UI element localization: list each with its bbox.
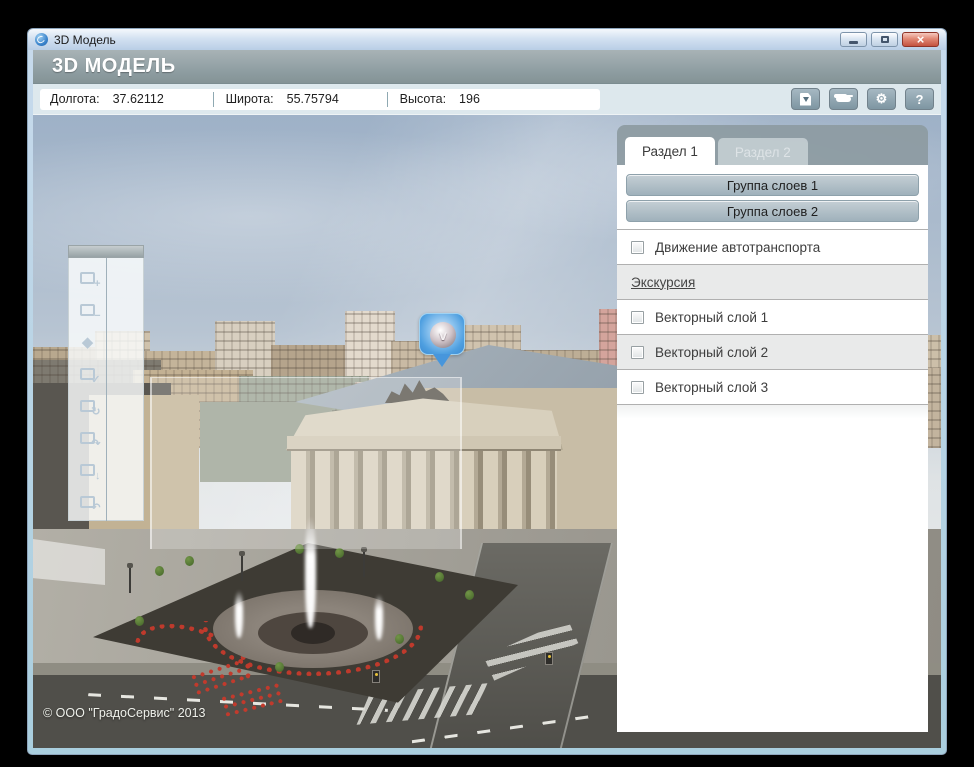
tree — [465, 590, 474, 600]
lamp-post — [363, 551, 365, 577]
excursion-link[interactable]: Экскурсия — [631, 275, 695, 290]
tab-razdel-1[interactable]: Раздел 1 — [625, 137, 715, 165]
panel-body: Группа слоев 1 Группа слоев 2 Движение а… — [617, 165, 928, 732]
layer-row[interactable]: Векторный слой 2 — [617, 335, 928, 370]
marker-tail — [433, 354, 451, 376]
garden-square — [63, 538, 563, 706]
lamp-post — [241, 555, 243, 581]
tree — [275, 662, 284, 672]
tree — [395, 634, 404, 644]
screenshot-export-button[interactable] — [791, 88, 820, 110]
minimize-icon — [849, 41, 858, 44]
copyright-text: © ООО "ГрадоСервис" 2013 — [43, 706, 206, 720]
fountain-pedestal — [291, 622, 335, 644]
maximize-button[interactable] — [871, 32, 898, 47]
settings-button[interactable]: ⚙ — [867, 88, 896, 110]
import-object-button[interactable]: ↓ — [75, 458, 101, 481]
globe-icon — [35, 33, 48, 46]
layer-group-2-button[interactable]: Группа слоев 2 — [626, 200, 919, 222]
clouds-icon — [836, 96, 851, 102]
altitude-value: 196 — [459, 92, 519, 106]
window-title: 3D Модель — [54, 33, 116, 47]
selection-highlight — [150, 377, 462, 549]
altitude-label: Высота: — [400, 92, 446, 106]
longitude-value: 37.62112 — [113, 92, 213, 106]
map-marker-check[interactable]: v — [419, 313, 465, 355]
close-button[interactable]: × — [902, 32, 939, 47]
tab-razdel-2[interactable]: Раздел 2 — [718, 138, 808, 165]
tool-palette[interactable]: + − ◆ ✓ ↻ ↷ ↓ ↶ — [68, 245, 144, 521]
layers-panel: Раздел 1 Раздел 2 Группа слоев 1 Группа … — [617, 125, 928, 732]
latitude-label: Широта: — [226, 92, 274, 106]
page-title: 3D МОДЕЛЬ — [52, 55, 176, 78]
longitude-label: Долгота: — [50, 92, 100, 106]
tree — [335, 548, 344, 558]
app-header: 3D МОДЕЛЬ — [33, 50, 941, 84]
divider — [213, 92, 214, 107]
tab-strip: Раздел 1 Раздел 2 — [617, 125, 928, 165]
layer-label: Движение автотранспорта — [655, 240, 820, 255]
tree — [155, 566, 164, 576]
checkbox[interactable] — [631, 241, 644, 254]
add-object-button[interactable]: + — [75, 266, 101, 289]
app-window: 3D Модель × 3D МОДЕЛЬ Долгота: 37.62112 … — [27, 28, 947, 755]
remove-object-button[interactable]: − — [75, 298, 101, 321]
checkbox[interactable] — [631, 381, 644, 394]
remove-object-icon — [80, 304, 95, 316]
divider — [387, 92, 388, 107]
weather-button[interactable] — [829, 88, 858, 110]
window-frame: 3D МОДЕЛЬ Долгота: 37.62112 Широта: 55.7… — [27, 50, 947, 755]
question-mark-icon: ? — [916, 92, 924, 107]
3d-viewport[interactable]: v + − ◆ ✓ ↻ ↷ ↓ ↶ — [33, 114, 941, 748]
layer-label: Векторный слой 3 — [655, 380, 768, 395]
fountain-spray — [375, 594, 383, 640]
checkbox[interactable] — [631, 311, 644, 324]
lamp-post — [129, 567, 131, 593]
panel-empty-area — [617, 405, 928, 419]
page-down-arrow-icon — [800, 93, 811, 106]
fountain-spray — [235, 590, 243, 638]
layer-label: Векторный слой 2 — [655, 345, 768, 360]
layer-row[interactable]: Экскурсия — [617, 265, 928, 300]
layer-label: Векторный слой 1 — [655, 310, 768, 325]
tree — [185, 556, 194, 566]
title-bar[interactable]: 3D Модель × — [27, 28, 947, 50]
tree — [435, 572, 444, 582]
undo-object-button[interactable]: ↶ — [75, 490, 101, 513]
coordinates-bar: Долгота: 37.62112 Широта: 55.75794 Высот… — [40, 89, 600, 110]
refresh-object-button[interactable]: ↻ — [75, 394, 101, 417]
maximize-icon — [881, 36, 889, 43]
help-button[interactable]: ? — [905, 88, 934, 110]
layer-group-1-button[interactable]: Группа слоев 1 — [626, 174, 919, 196]
palette-body: + − ◆ ✓ ↻ ↷ ↓ ↶ — [68, 258, 144, 521]
add-object-icon — [80, 272, 95, 284]
checkbox[interactable] — [631, 346, 644, 359]
apply-check-button[interactable]: ✓ — [75, 362, 101, 385]
toolbar: Долгота: 37.62112 Широта: 55.75794 Высот… — [33, 84, 941, 114]
gear-icon: ⚙ — [876, 91, 888, 107]
marker-check-icon: v — [430, 322, 456, 348]
layer-row[interactable]: Движение автотранспорта — [617, 230, 928, 265]
layer-row[interactable]: Векторный слой 3 — [617, 370, 928, 405]
rotate-object-button[interactable]: ↷ — [75, 426, 101, 449]
traffic-light — [545, 652, 553, 665]
tree — [135, 616, 144, 626]
model-cube-button[interactable]: ◆ — [75, 330, 101, 353]
import-icon — [80, 464, 95, 476]
latitude-value: 55.75794 — [287, 92, 387, 106]
layer-row[interactable]: Векторный слой 1 — [617, 300, 928, 335]
palette-header[interactable] — [68, 245, 144, 258]
minimize-button[interactable] — [840, 32, 867, 47]
traffic-light — [372, 670, 380, 683]
